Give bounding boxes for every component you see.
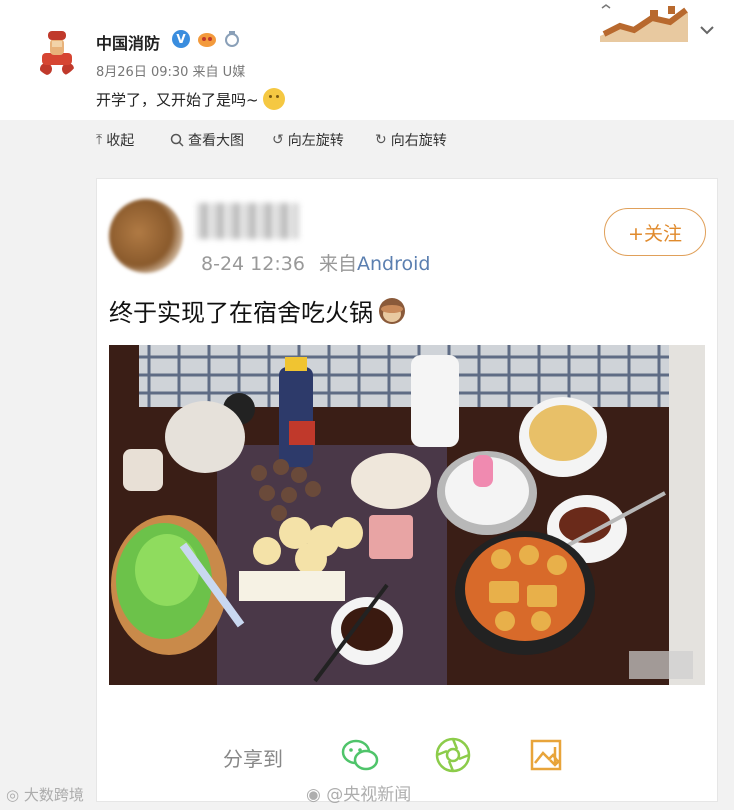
weibo-watermark-icon: ◉ [306, 785, 327, 805]
rotate-right-label: 向右旋转 [390, 133, 447, 149]
embedded-time: 8-24 12:36 [201, 253, 305, 275]
see-no-evil-monkey-icon [379, 297, 405, 324]
embedded-text: 终于实现了在宿舍吃火锅 [109, 293, 407, 328]
post-text-content: 开学了，又开始了是吗~ [96, 90, 259, 109]
collapse-icon: ⤒ [96, 132, 103, 148]
smile-emoji-icon [262, 88, 285, 110]
watermark-left: ◎ 大数跨境 [6, 784, 84, 805]
embedded-avatar [109, 199, 183, 273]
rotate-right-button[interactable]: ↻ 向右旋转 [375, 130, 447, 150]
post-meta: 8月26日 09:30 来自 U媒 [96, 65, 246, 80]
post-text: 开学了，又开始了是吗~ [96, 88, 285, 110]
author-name[interactable]: 中国消防 [96, 30, 160, 54]
watermark-left-icon: ◎ [6, 786, 24, 804]
author-avatar[interactable] [32, 25, 80, 77]
rotate-left-button[interactable]: ↺ 向左旋转 [272, 130, 344, 150]
rotate-left-label: 向左旋转 [287, 133, 344, 149]
author-badges: V [172, 30, 240, 48]
share-row: 分享到 [97, 727, 717, 787]
medal-icon [225, 31, 239, 47]
verified-badge: V [172, 30, 190, 48]
fan-badge-icon [198, 33, 216, 47]
hotpot-photo [109, 345, 705, 685]
collapse-label: 收起 [106, 133, 135, 149]
share-label: 分享到 [223, 747, 283, 771]
embedded-source: Android [356, 253, 431, 275]
moments-icon[interactable] [433, 735, 473, 775]
follow-button[interactable]: +关注 [604, 208, 706, 256]
embedded-post-image[interactable]: 8-24 12:36 来自Android +关注 终于实现了在宿舍吃火锅 分享到 [96, 178, 718, 802]
save-image-icon[interactable] [527, 735, 567, 775]
embedded-meta: 8-24 12:36 来自Android [201, 249, 430, 276]
search-icon [170, 133, 184, 147]
embedded-text-content: 终于实现了在宿舍吃火锅 [109, 299, 373, 327]
chevron-down-icon[interactable] [697, 20, 717, 40]
embedded-username-blurred [197, 203, 299, 239]
embedded-source-prefix: 来自 [318, 253, 357, 275]
collapse-button[interactable]: ⤒ 收起 [96, 130, 134, 150]
rotate-left-icon: ↺ [272, 132, 284, 148]
watermark-center: ◉ @央视新闻 [306, 780, 411, 805]
great-wall-decoration-icon [598, 2, 690, 42]
rotate-right-icon: ↻ [375, 132, 387, 148]
view-large-button[interactable]: 查看大图 [170, 130, 244, 150]
view-large-label: 查看大图 [188, 133, 244, 149]
wechat-icon[interactable] [340, 735, 380, 775]
watermark-center-text: @央视新闻 [326, 785, 412, 805]
post-header: 中国消防 V 8月26日 09:30 来自 U媒 开学了，又开始了是吗~ [0, 0, 734, 120]
watermark-left-text: 大数跨境 [23, 786, 84, 804]
